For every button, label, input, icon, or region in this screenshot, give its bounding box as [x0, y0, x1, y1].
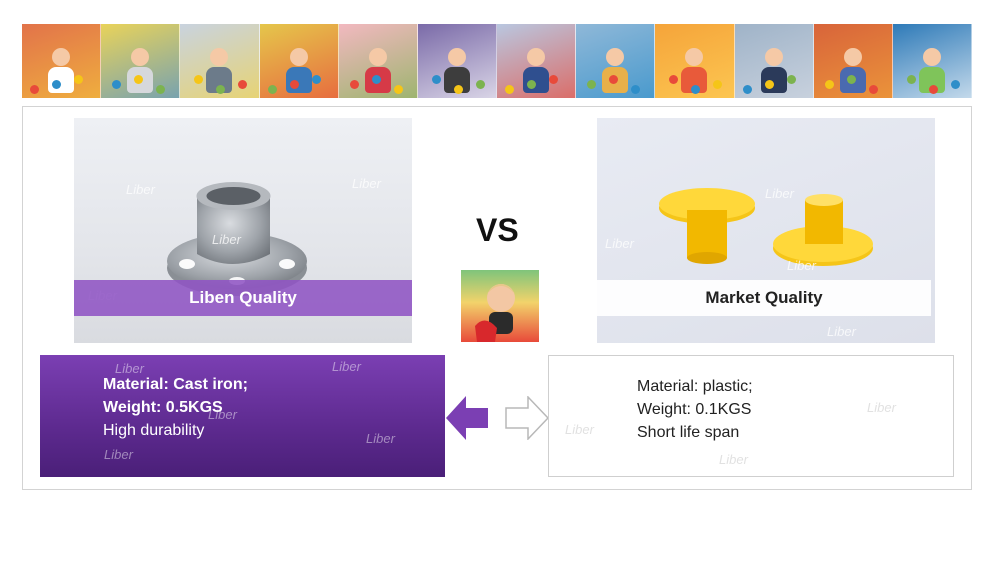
ball-decoration — [846, 75, 856, 84]
market-lifespan-text: Short life span — [637, 424, 740, 441]
watermark-text: Liber — [565, 422, 594, 437]
ball-decoration — [505, 85, 515, 94]
ball-decoration — [453, 85, 463, 94]
ball-decoration — [349, 80, 359, 89]
market-weight-text: Weight: 0.1KGS — [637, 401, 752, 418]
ball-decoration — [112, 80, 122, 89]
ball-decoration — [431, 75, 441, 84]
liben-product-photo: Liber Liber Liber Liber Liben Quality — [74, 118, 412, 343]
ball-decoration — [786, 75, 796, 84]
ball-decoration — [30, 85, 39, 94]
kids-photo-banner — [22, 24, 973, 98]
ball-decoration — [631, 85, 641, 94]
ball-decoration — [52, 80, 61, 89]
market-quality-label: Market Quality — [597, 280, 931, 316]
banner-photo-tile — [734, 24, 814, 98]
ball-decoration — [527, 80, 537, 89]
banner-photo-tile — [22, 24, 102, 98]
watermark-text: Liber — [719, 452, 748, 467]
liben-spec-box: Material: Cast iron; Weight: 0.5KGS High… — [40, 355, 445, 477]
ball-decoration — [928, 85, 938, 94]
banner-photo-tile — [180, 24, 260, 98]
ball-decoration — [475, 80, 485, 89]
ball-decoration — [906, 75, 916, 84]
child-thumbnail-image — [461, 270, 539, 342]
ball-decoration — [156, 85, 166, 94]
child-figure — [602, 48, 629, 93]
ball-decoration — [549, 75, 559, 84]
market-material-text: Material: plastic; — [637, 378, 753, 395]
child-figure — [127, 48, 154, 93]
child-figure — [839, 48, 866, 93]
market-product-photo: Liber Liber Liber Liber Market Quality — [597, 118, 935, 343]
ball-decoration — [311, 75, 321, 84]
ball-decoration — [824, 80, 834, 89]
banner-photo-tile — [338, 24, 418, 98]
liben-quality-label: Liben Quality — [74, 280, 412, 316]
banner-photo-tile — [813, 24, 893, 98]
arrow-left-icon — [446, 396, 488, 440]
banner-photo-tile — [101, 24, 181, 98]
banner-photo-tile — [417, 24, 498, 98]
market-spec-box: Material: plastic; Weight: 0.1KGS Short … — [548, 355, 954, 477]
ball-decoration — [393, 85, 403, 94]
ball-decoration — [289, 80, 299, 89]
ball-decoration — [587, 80, 597, 89]
banner-photo-tile — [497, 24, 577, 98]
banner-photo-tile — [892, 24, 973, 98]
ball-decoration — [74, 75, 83, 84]
ball-decoration — [713, 80, 723, 89]
child-figure — [364, 48, 391, 93]
ball-decoration — [764, 80, 774, 89]
watermark-text: Liber — [104, 447, 133, 462]
liben-weight-text: Weight: 0.5KGS — [103, 399, 223, 416]
ball-decoration — [868, 85, 878, 94]
ball-decoration — [742, 85, 752, 94]
banner-photo-tile — [576, 24, 656, 98]
ball-decoration — [669, 75, 679, 84]
banner-photo-tile — [655, 24, 735, 98]
liben-durability-text: High durability — [103, 422, 205, 439]
liben-material-text: Material: Cast iron; — [103, 376, 248, 393]
ball-decoration — [194, 75, 204, 84]
vs-heading: VS — [476, 212, 519, 248]
ball-decoration — [267, 85, 277, 94]
ball-decoration — [371, 75, 381, 84]
arrow-right-icon — [505, 396, 550, 440]
ball-decoration — [950, 80, 960, 89]
ball-decoration — [238, 80, 248, 89]
banner-photo-tile — [259, 24, 339, 98]
